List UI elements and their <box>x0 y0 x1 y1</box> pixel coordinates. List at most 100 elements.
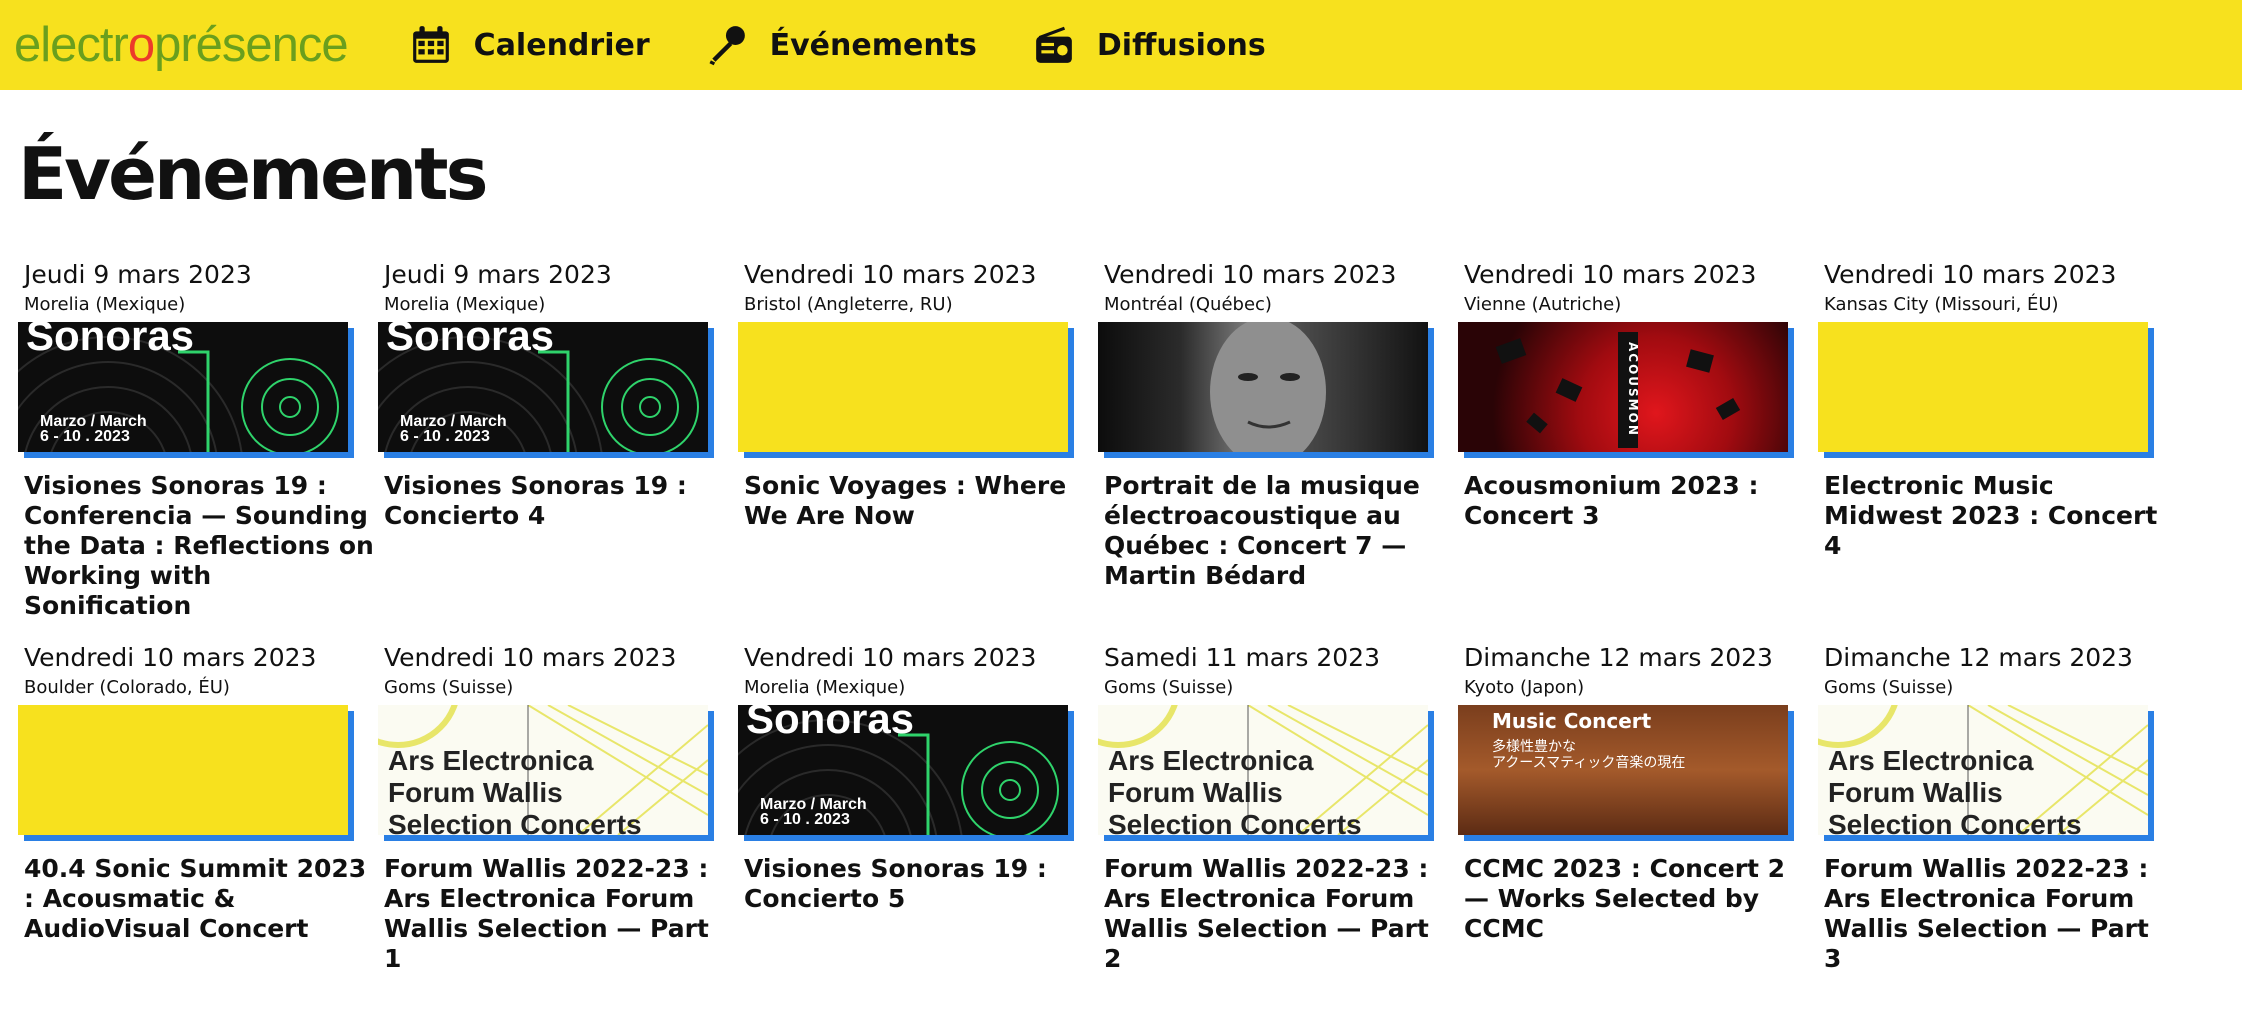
event-card[interactable]: Vendredi 10 mars 2023 Boulder (Colorado,… <box>18 641 378 974</box>
thumbnail-image <box>18 705 348 835</box>
event-title[interactable]: Visiones Sonoras 19 : Conferencia — Soun… <box>18 471 378 621</box>
event-title[interactable]: 40.4 Sonic Summit 2023 : Acousmatic & Au… <box>18 854 378 944</box>
event-card[interactable]: Vendredi 10 mars 2023 Montréal (Québec) … <box>1098 258 1458 621</box>
thumb-title: Ars Electronica Forum Wallis Selection Con… <box>1108 745 1362 835</box>
event-thumbnail[interactable] <box>738 322 1078 458</box>
event-location: Morelia (Mexique) <box>744 677 906 698</box>
event-date: Vendredi 10 mars 2023 <box>384 643 677 672</box>
event-title[interactable]: Forum Wallis 2022-23 : Ars Electronica F… <box>378 854 738 974</box>
thumbnail-image <box>1818 322 2148 452</box>
thumbnail-image <box>1098 322 1428 452</box>
event-location: Morelia (Mexique) <box>384 294 546 315</box>
event-title[interactable]: Portrait de la musique électroacoustique… <box>1098 471 1458 591</box>
event-card[interactable]: Vendredi 10 mars 2023 Vienne (Autriche) … <box>1458 258 1818 621</box>
thumb-subtitle: 多様性豊かな アクースマティック音楽の現在 <box>1492 739 1686 771</box>
thumb-title: Ars Electronica Forum Wallis Selection Con… <box>1828 745 2082 835</box>
event-date: Dimanche 12 mars 2023 <box>1824 643 2133 672</box>
event-thumbnail[interactable] <box>1098 322 1438 458</box>
event-date: Vendredi 10 mars 2023 <box>744 643 1037 672</box>
event-title[interactable]: Acousmonium 2023 : Concert 3 <box>1458 471 1818 531</box>
event-thumbnail[interactable]: ACOUSMON <box>1458 322 1798 458</box>
event-thumbnail[interactable] <box>1818 322 2158 458</box>
event-title[interactable]: Electronic Music Midwest 2023 : Concert … <box>1818 471 2178 561</box>
event-thumbnail[interactable]: Sonoras Marzo / March 6 - 10 . 2023 <box>378 322 718 458</box>
event-thumbnail[interactable]: Ars Electronica Forum Wallis Selection Con… <box>1098 705 1438 841</box>
event-card[interactable]: Jeudi 9 mars 2023 Morelia (Mexique) Sono… <box>378 258 738 621</box>
event-card[interactable]: Dimanche 12 mars 2023 Kyoto (Japon) Musi… <box>1458 641 1818 974</box>
thumbnail-image: Sonoras Marzo / March 6 - 10 . 2023 <box>18 322 348 452</box>
event-location: Kyoto (Japon) <box>1464 677 1585 698</box>
thumbnail-image: Ars Electronica Forum Wallis Selection Con… <box>1098 705 1428 835</box>
event-date: Samedi 11 mars 2023 <box>1104 643 1380 672</box>
thumbnail-image: Sonoras Marzo / March 6 - 10 . 2023 <box>378 322 708 452</box>
event-card[interactable]: Samedi 11 mars 2023 Goms (Suisse) Ars El… <box>1098 641 1458 974</box>
thumbnail-image: ACOUSMON <box>1458 322 1788 452</box>
event-card[interactable]: Vendredi 10 mars 2023 Bristol (Angleterr… <box>738 258 1098 621</box>
nav-label-diffusions: Diffusions <box>1096 27 1266 63</box>
thumb-title: ACOUSMON <box>1626 342 1640 437</box>
event-thumbnail[interactable]: Sonoras Marzo / March 6 - 10 . 2023 <box>738 705 1078 841</box>
event-card[interactable]: Vendredi 10 mars 2023 Goms (Suisse) Ars … <box>378 641 738 974</box>
nav-label-evenements: Événements <box>769 27 977 63</box>
thumbnail-image: Ars Electronica Forum Wallis Selection Con… <box>378 705 708 835</box>
event-title[interactable]: Forum Wallis 2022-23 : Ars Electronica F… <box>1098 854 1458 974</box>
nav-label-calendrier: Calendrier <box>473 27 650 63</box>
event-title[interactable]: Visiones Sonoras 19 : Concierto 4 <box>378 471 738 531</box>
event-date: Dimanche 12 mars 2023 <box>1464 643 1773 672</box>
event-thumbnail[interactable]: Ars Electronica Forum Wallis Selection Con… <box>378 705 718 841</box>
event-date: Vendredi 10 mars 2023 <box>1104 260 1397 289</box>
event-title[interactable]: Visiones Sonoras 19 : Concierto 5 <box>738 854 1098 914</box>
thumbnail-image: Ars Electronica Forum Wallis Selection Con… <box>1818 705 2148 835</box>
thumb-title: Ars Electronica Forum Wallis Selection Con… <box>388 745 642 835</box>
thumb-dates: Marzo / March 6 - 10 . 2023 <box>400 413 507 445</box>
event-title[interactable]: Forum Wallis 2022-23 : Ars Electronica F… <box>1818 854 2178 974</box>
speakers-artwork <box>1495 332 1741 448</box>
thumb-title: Sonoras <box>26 322 195 359</box>
event-location: Goms (Suisse) <box>1824 677 1954 698</box>
logo-text-dot: o <box>127 18 155 72</box>
event-date: Vendredi 10 mars 2023 <box>1824 260 2117 289</box>
logo-text-part2: présence <box>154 18 349 72</box>
event-location: Goms (Suisse) <box>384 677 514 698</box>
event-thumbnail[interactable]: Sonoras Marzo / March 6 - 10 . 2023 <box>18 322 358 458</box>
event-date: Vendredi 10 mars 2023 <box>744 260 1037 289</box>
thumbnail-image <box>738 322 1068 452</box>
page-title: Événements <box>18 132 488 216</box>
top-navigation-bar: electroprésence Calendrier Événements Di… <box>0 0 2242 90</box>
event-card[interactable]: Vendredi 10 mars 2023 Morelia (Mexique) … <box>738 641 1098 974</box>
thumb-title: Sonoras <box>386 322 555 359</box>
event-date: Jeudi 9 mars 2023 <box>24 260 252 289</box>
event-title[interactable]: Sonic Voyages : Where We Are Now <box>738 471 1098 531</box>
site-logo[interactable]: electroprésence <box>14 17 349 73</box>
nav-diffusions[interactable]: Diffusions <box>1033 24 1266 66</box>
event-location: Kansas City (Missouri, ÉU) <box>1824 294 2059 315</box>
event-card[interactable]: Jeudi 9 mars 2023 Morelia (Mexique) Sono… <box>18 258 378 621</box>
event-location: Vienne (Autriche) <box>1464 294 1622 315</box>
event-location: Boulder (Colorado, ÉU) <box>24 677 230 698</box>
event-card[interactable]: Dimanche 12 mars 2023 Goms (Suisse) Ars … <box>1818 641 2178 974</box>
event-location: Goms (Suisse) <box>1104 677 1234 698</box>
radio-icon <box>1036 26 1072 63</box>
logo-text-part1: electr <box>14 18 129 72</box>
event-thumbnail[interactable]: Ars Electronica Forum Wallis Selection Con… <box>1818 705 2158 841</box>
event-thumbnail[interactable] <box>18 705 358 841</box>
event-location: Bristol (Angleterre, RU) <box>744 294 953 315</box>
thumbnail-image: Sonoras Marzo / March 6 - 10 . 2023 <box>738 705 1068 835</box>
thumb-dates: Marzo / March 6 - 10 . 2023 <box>40 413 147 445</box>
thumb-dates: Marzo / March 6 - 10 . 2023 <box>760 796 867 828</box>
event-title[interactable]: CCMC 2023 : Concert 2 — Works Selected b… <box>1458 854 1818 944</box>
event-location: Montréal (Québec) <box>1104 294 1272 315</box>
nav-evenements[interactable]: Événements <box>706 24 977 66</box>
thumb-title: Music Concert <box>1492 709 1652 733</box>
event-card[interactable]: Vendredi 10 mars 2023 Kansas City (Misso… <box>1818 258 2178 621</box>
event-location: Morelia (Mexique) <box>24 294 186 315</box>
microphone-icon <box>709 26 745 66</box>
event-date: Vendredi 10 mars 2023 <box>24 643 317 672</box>
events-grid: Jeudi 9 mars 2023 Morelia (Mexique) Sono… <box>18 258 2178 974</box>
portrait-photo <box>1210 322 1326 452</box>
event-date: Jeudi 9 mars 2023 <box>384 260 612 289</box>
event-date: Vendredi 10 mars 2023 <box>1464 260 1757 289</box>
thumb-title: Sonoras <box>746 705 915 742</box>
event-thumbnail[interactable]: Music Concert 多様性豊かな アクースマティック音楽の現在 <box>1458 705 1798 841</box>
nav-calendrier[interactable]: Calendrier <box>410 24 650 66</box>
